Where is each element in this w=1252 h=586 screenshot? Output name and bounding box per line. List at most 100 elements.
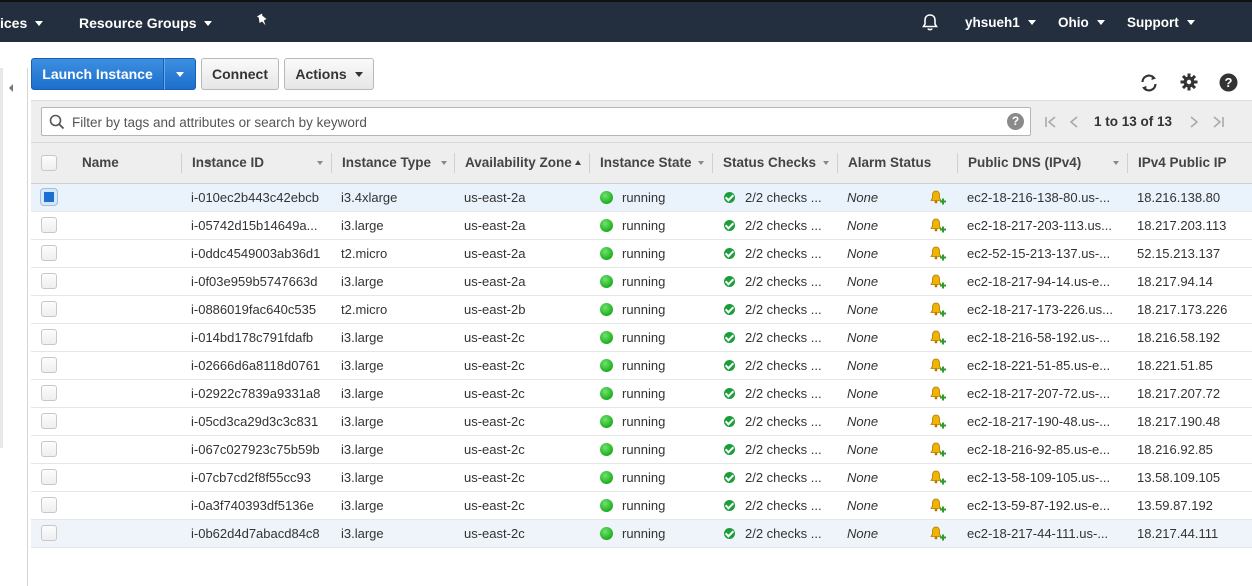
table-row[interactable]: i-0a3f740393df5136e i3.large us-east-2c run… xyxy=(31,492,1252,520)
resource-groups-menu[interactable]: Resource Groups xyxy=(79,2,213,44)
collapse-panel-icon[interactable] xyxy=(6,82,26,102)
help-icon[interactable]: ? xyxy=(1219,73,1238,92)
create-alarm-icon[interactable] xyxy=(929,301,947,322)
create-alarm-icon[interactable] xyxy=(929,329,947,350)
row-checkbox[interactable] xyxy=(41,301,57,317)
create-alarm-icon[interactable] xyxy=(929,273,947,294)
first-page-icon[interactable] xyxy=(1044,101,1058,143)
table-row[interactable]: i-0b62d4d7abacd84c8 i3.large us-east-2c run… xyxy=(31,520,1252,548)
create-alarm-icon[interactable] xyxy=(929,245,947,266)
row-checkbox[interactable] xyxy=(41,245,57,261)
status-checks-cell[interactable]: 2/2 checks ... xyxy=(745,268,830,295)
column-header-name[interactable]: Name xyxy=(72,143,212,183)
bell-icon[interactable] xyxy=(921,13,939,32)
create-alarm-icon[interactable] xyxy=(929,469,947,490)
table-row[interactable]: i-02922c7839a9331a8 i3.large us-east-2c run… xyxy=(31,380,1252,408)
refresh-icon[interactable] xyxy=(1139,73,1159,93)
column-header-instance-type[interactable]: Instance Type xyxy=(332,143,455,183)
column-header-alarm-status[interactable]: Alarm Status xyxy=(838,143,958,183)
region-menu[interactable]: Ohio xyxy=(1058,2,1105,44)
user-menu[interactable]: yhsueh1 xyxy=(965,2,1036,44)
support-menu[interactable]: Support xyxy=(1127,2,1195,44)
instance-id-cell[interactable]: i-02666d6a8118d0761 xyxy=(191,352,331,379)
instance-id-cell[interactable]: i-0f03e959b5747663d xyxy=(191,268,331,295)
status-checks-cell[interactable]: 2/2 checks ... xyxy=(745,492,830,519)
instance-id-cell[interactable]: i-010ec2b443c42ebcb xyxy=(191,184,331,211)
launch-instance-dropdown[interactable] xyxy=(164,58,196,90)
column-header-instance-id[interactable]: Instance ID xyxy=(182,143,332,183)
table-row[interactable]: i-0f03e959b5747663d i3.large us-east-2a run… xyxy=(31,268,1252,296)
row-checkbox[interactable] xyxy=(41,469,57,485)
status-checks-cell[interactable]: 2/2 checks ... xyxy=(745,240,830,267)
column-header-instance-state[interactable]: Instance State xyxy=(590,143,713,183)
create-alarm-icon[interactable] xyxy=(929,497,947,518)
instance-id-cell[interactable]: i-07cb7cd2f8f55cc93 xyxy=(191,464,331,491)
status-checks-cell[interactable]: 2/2 checks ... xyxy=(745,324,830,351)
row-checkbox[interactable] xyxy=(41,329,57,345)
table-row[interactable]: i-05cd3ca29d3c3c831 i3.large us-east-2c run… xyxy=(31,408,1252,436)
table-row[interactable]: i-02666d6a8118d0761 i3.large us-east-2c run… xyxy=(31,352,1252,380)
table-row[interactable]: i-010ec2b443c42ebcb i3.4xlarge us-east-2a r… xyxy=(31,184,1252,212)
row-checkbox[interactable] xyxy=(41,525,57,541)
instance-id-cell[interactable]: i-014bd178c791fdafb xyxy=(191,324,331,351)
instance-id-cell[interactable]: i-02922c7839a9331a8 xyxy=(191,380,331,407)
column-header-availability-zone[interactable]: Availability Zone xyxy=(455,143,590,183)
table-row[interactable]: i-014bd178c791fdafb i3.large us-east-2c run… xyxy=(31,324,1252,352)
create-alarm-icon[interactable] xyxy=(929,525,947,546)
create-alarm-icon[interactable] xyxy=(929,413,947,434)
column-header-public-dns[interactable]: Public DNS (IPv4) xyxy=(958,143,1128,183)
column-header-status-checks[interactable]: Status Checks xyxy=(713,143,838,183)
row-checkbox[interactable] xyxy=(41,385,57,401)
status-checks-cell[interactable]: 2/2 checks ... xyxy=(745,296,830,323)
table-row[interactable]: i-0ddc4549003ab36d1 t2.micro us-east-2a run… xyxy=(31,240,1252,268)
launch-instance-button[interactable]: Launch Instance xyxy=(31,58,164,90)
next-page-icon[interactable] xyxy=(1189,101,1199,143)
availability-zone-cell: us-east-2c xyxy=(464,526,525,541)
instance-id-cell[interactable]: i-0886019fac640c535 xyxy=(191,296,331,323)
table-row[interactable]: i-067c027923c75b59b i3.large us-east-2c run… xyxy=(31,436,1252,464)
table-row[interactable]: i-0886019fac640c535 t2.micro us-east-2b run… xyxy=(31,296,1252,324)
create-alarm-icon[interactable] xyxy=(929,441,947,462)
table-row[interactable]: i-05742d15b14649a... i3.large us-east-2a ru… xyxy=(31,212,1252,240)
instance-id-cell[interactable]: i-067c027923c75b59b xyxy=(191,436,331,463)
ipv4-public-ip-cell: 18.216.92.85 xyxy=(1137,442,1213,457)
instance-id-cell[interactable]: i-0ddc4549003ab36d1 xyxy=(191,240,331,267)
status-checks-cell[interactable]: 2/2 checks ... xyxy=(745,408,830,435)
status-checks-cell[interactable]: 2/2 checks ... xyxy=(745,212,830,239)
instance-id-cell[interactable]: i-0b62d4d7abacd84c8 xyxy=(191,520,331,547)
status-checks-cell[interactable]: 2/2 checks ... xyxy=(745,352,830,379)
connect-button[interactable]: Connect xyxy=(201,58,279,90)
status-checks-cell[interactable]: 2/2 checks ... xyxy=(745,464,830,491)
instance-id-cell[interactable]: i-05cd3ca29d3c3c831 xyxy=(191,408,331,435)
status-checks-cell[interactable]: 2/2 checks ... xyxy=(745,184,830,211)
row-checkbox[interactable] xyxy=(41,357,57,373)
status-checks-cell[interactable]: 2/2 checks ... xyxy=(745,380,830,407)
previous-page-icon[interactable] xyxy=(1069,101,1079,143)
status-checks-cell[interactable]: 2/2 checks ... xyxy=(745,520,830,547)
running-status-icon xyxy=(600,499,613,512)
search-input[interactable] xyxy=(70,111,994,134)
last-page-icon[interactable] xyxy=(1211,101,1225,143)
row-checkbox[interactable] xyxy=(41,273,57,289)
check-circle-icon xyxy=(724,332,735,343)
create-alarm-icon[interactable] xyxy=(929,385,947,406)
create-alarm-icon[interactable] xyxy=(929,217,947,238)
row-checkbox[interactable] xyxy=(41,497,57,513)
instance-id-cell[interactable]: i-0a3f740393df5136e xyxy=(191,492,331,519)
row-checkbox[interactable] xyxy=(41,189,57,205)
row-checkbox[interactable] xyxy=(41,413,57,429)
select-all-checkbox[interactable] xyxy=(41,155,57,171)
row-checkbox[interactable] xyxy=(41,441,57,457)
row-checkbox[interactable] xyxy=(41,217,57,233)
column-header-ipv4-public-ip[interactable]: IPv4 Public IP xyxy=(1128,143,1252,183)
instance-id-cell[interactable]: i-05742d15b14649a... xyxy=(191,212,331,239)
actions-button[interactable]: Actions xyxy=(284,58,374,90)
create-alarm-icon[interactable] xyxy=(929,357,947,378)
filter-help-icon[interactable]: ? xyxy=(1007,113,1024,130)
status-checks-cell[interactable]: 2/2 checks ... xyxy=(745,436,830,463)
gear-icon[interactable] xyxy=(1180,73,1198,91)
table-row[interactable]: i-07cb7cd2f8f55cc93 i3.large us-east-2c run… xyxy=(31,464,1252,492)
services-menu[interactable]: ices xyxy=(0,2,44,44)
create-alarm-icon[interactable] xyxy=(929,189,947,210)
pin-icon[interactable] xyxy=(256,13,270,31)
